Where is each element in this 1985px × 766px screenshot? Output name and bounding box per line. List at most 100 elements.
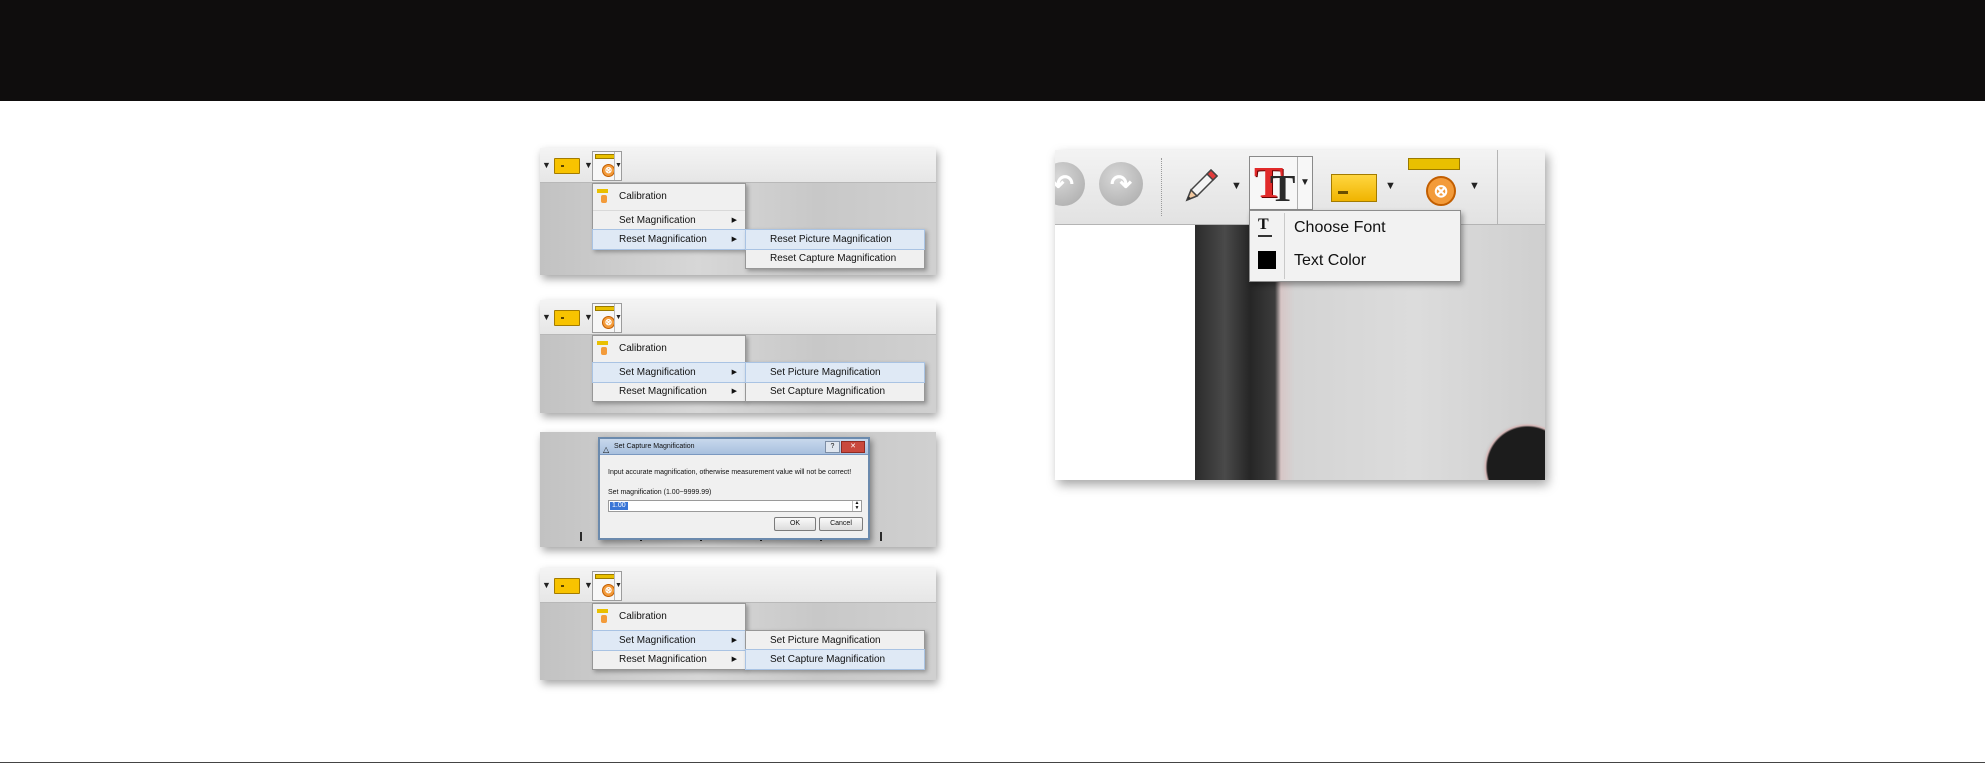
chevron-down-icon[interactable]: ▼ (614, 572, 622, 600)
color-swatch-icon (1258, 251, 1276, 269)
set-capture-magnification-dialog: △ Set Capture Magnification ? ✕ Input acc… (598, 437, 870, 540)
menu-item-reset-magnification[interactable]: Reset Magnification ▶ (593, 382, 745, 401)
rectangle-tool-icon[interactable] (554, 578, 580, 594)
menu-item-calibration[interactable]: Calibration (593, 336, 745, 363)
chevron-down-icon[interactable]: ▼ (1297, 157, 1312, 209)
dropdown-arrow-icon[interactable]: ▼ (1231, 180, 1242, 192)
dialog-title-bar: △ Set Capture Magnification ? ✕ (600, 439, 868, 455)
rectangle-tool-icon[interactable] (554, 158, 580, 174)
menu-item-set-magnification[interactable]: Set Magnification ▶ (592, 630, 746, 651)
ok-button[interactable]: OK (774, 517, 816, 531)
magnification-field-label: Set magnification (1.00~9999.99) (608, 489, 712, 496)
menu-item-label: Text Color (1294, 252, 1367, 269)
ruler-icon (597, 189, 608, 193)
chevron-down-icon[interactable]: ▼ (614, 152, 622, 180)
menu-item-label: Set Magnification (619, 215, 696, 226)
menu-item-label: Calibration (619, 191, 667, 202)
cancel-button[interactable]: Cancel (819, 517, 863, 531)
text-tool-icon-shadow: T (1270, 168, 1296, 210)
close-button[interactable]: ✕ (841, 441, 865, 453)
bottom-rule (0, 762, 1985, 763)
dropdown-arrow-icon[interactable]: ▼ (542, 312, 551, 322)
ruler-icon (597, 609, 608, 613)
screenshot-set-capture-dialog: △ Set Capture Magnification ? ✕ Input acc… (540, 432, 936, 547)
menu-item-calibration[interactable]: Calibration (593, 604, 745, 631)
magnification-value: 1.00 (610, 502, 628, 510)
window-controls: ? ✕ (824, 441, 865, 456)
dropdown-arrow-icon[interactable]: ▼ (542, 580, 551, 590)
pencil-icon[interactable] (1179, 164, 1223, 208)
menu-item-set-magnification[interactable]: Set Magnification ▶ (592, 362, 746, 383)
screenshot-text-tool-menu: ↶ ↷ ▼ T T ▼ ▼ ⊗ ▼ T Choose Font Text Col… (1055, 150, 1545, 480)
menu-item-label: Reset Magnification (619, 386, 707, 397)
screenshot-reset-magnification: ▼ ▼ ⊗ ▼ Calibration Set Magnification ▶ … (540, 148, 936, 275)
menu-item-set-capture-magnification[interactable]: Set Capture Magnification (746, 382, 924, 401)
toolbar: ▼ ▼ ⊗ ▼ (540, 568, 936, 603)
menu-item-label: Reset Magnification (619, 234, 707, 245)
magnification-menu: Calibration Set Magnification ▶ Reset Ma… (592, 603, 746, 670)
magnification-tool-button[interactable]: ⊗ ▼ (592, 303, 622, 333)
help-button[interactable]: ? (825, 441, 840, 453)
magnification-tool-button[interactable]: ⊗ ▼ (592, 571, 622, 601)
ruler-icon (595, 306, 615, 311)
calibration-icon (601, 195, 607, 203)
calibration-icon (601, 347, 607, 355)
screenshot-set-capture-magnification: ▼ ▼ ⊗ ▼ Calibration Set Magnification ▶ … (540, 568, 936, 680)
calibration-icon (601, 615, 607, 623)
font-icon: T (1258, 216, 1272, 237)
set-magnification-submenu: Set Picture Magnification Set Capture Ma… (745, 362, 925, 402)
magnification-menu: Calibration Set Magnification ▶ Reset Ma… (592, 183, 746, 250)
chevron-right-icon: ▶ (731, 388, 737, 395)
chevron-right-icon: ▶ (731, 637, 737, 644)
menu-item-set-picture-magnification[interactable]: Set Picture Magnification (745, 362, 925, 383)
chevron-right-icon: ▶ (731, 656, 737, 663)
chevron-right-icon: ▶ (731, 236, 737, 243)
ruler-icon (595, 154, 615, 159)
rectangle-tool-icon[interactable] (554, 310, 580, 326)
canvas-blank (1055, 225, 1195, 480)
menu-item-label: Reset Magnification (619, 654, 707, 665)
ruler-icon[interactable] (1408, 158, 1460, 170)
menu-item-text-color[interactable]: Text Color (1250, 244, 1460, 277)
menu-item-label: Calibration (619, 343, 667, 354)
toolbar: ▼ ▼ ⊗ ▼ (540, 300, 936, 335)
screenshot-set-magnification: ▼ ▼ ⊗ ▼ Calibration Set Magnification ▶ … (540, 300, 936, 413)
toolbar-separator (1161, 158, 1162, 216)
menu-item-label: Calibration (619, 611, 667, 622)
menu-item-set-picture-magnification[interactable]: Set Picture Magnification (746, 631, 924, 650)
menu-item-set-capture-magnification[interactable]: Set Capture Magnification (745, 649, 925, 670)
menu-item-reset-magnification[interactable]: Reset Magnification ▶ (593, 650, 745, 669)
chevron-down-icon[interactable]: ▼ (614, 304, 622, 332)
menu-item-label: Choose Font (1294, 219, 1386, 236)
magnification-tool-button[interactable]: ⊗ ▼ (592, 151, 622, 181)
text-tool-button[interactable]: T T ▼ (1249, 156, 1313, 210)
rectangle-tool-icon[interactable] (1331, 174, 1377, 202)
menu-item-label: Set Magnification (619, 367, 696, 378)
dropdown-arrow-icon[interactable]: ▼ (542, 160, 551, 170)
ruler-icon (597, 341, 608, 345)
menu-item-set-magnification[interactable]: Set Magnification ▶ (593, 211, 745, 230)
menu-item-label: Set Magnification (619, 635, 696, 646)
toolbar: ▼ ▼ ⊗ ▼ (540, 148, 936, 183)
spinner-icon[interactable]: ▲ ▼ (852, 501, 861, 511)
menu-item-reset-magnification[interactable]: Reset Magnification ▶ (592, 229, 746, 250)
menu-item-calibration[interactable]: Calibration (593, 184, 745, 211)
magnification-input[interactable]: 1.00 ▲ ▼ (608, 500, 862, 512)
magnification-tool-icon[interactable]: ⊗ (1426, 176, 1456, 206)
app-icon: △ (603, 445, 610, 454)
undo-icon[interactable]: ↶ (1055, 162, 1085, 206)
reset-magnification-submenu: Reset Picture Magnification Reset Captur… (745, 229, 925, 269)
redo-icon[interactable]: ↷ (1099, 162, 1143, 206)
ruler-icon (595, 574, 615, 579)
dialog-message: Input accurate magnification, otherwise … (608, 469, 852, 476)
menu-item-choose-font[interactable]: T Choose Font (1250, 211, 1460, 244)
dialog-title: Set Capture Magnification (614, 443, 695, 450)
top-banner (0, 0, 1985, 101)
dropdown-arrow-icon[interactable]: ▼ (1469, 180, 1480, 192)
menu-item-reset-capture-magnification[interactable]: Reset Capture Magnification (746, 249, 924, 268)
menu-item-reset-picture-magnification[interactable]: Reset Picture Magnification (745, 229, 925, 250)
chevron-right-icon: ▶ (731, 369, 737, 376)
dropdown-arrow-icon[interactable]: ▼ (1385, 180, 1396, 192)
magnification-menu: Calibration Set Magnification ▶ Reset Ma… (592, 335, 746, 402)
toolbar-divider (1497, 150, 1498, 224)
